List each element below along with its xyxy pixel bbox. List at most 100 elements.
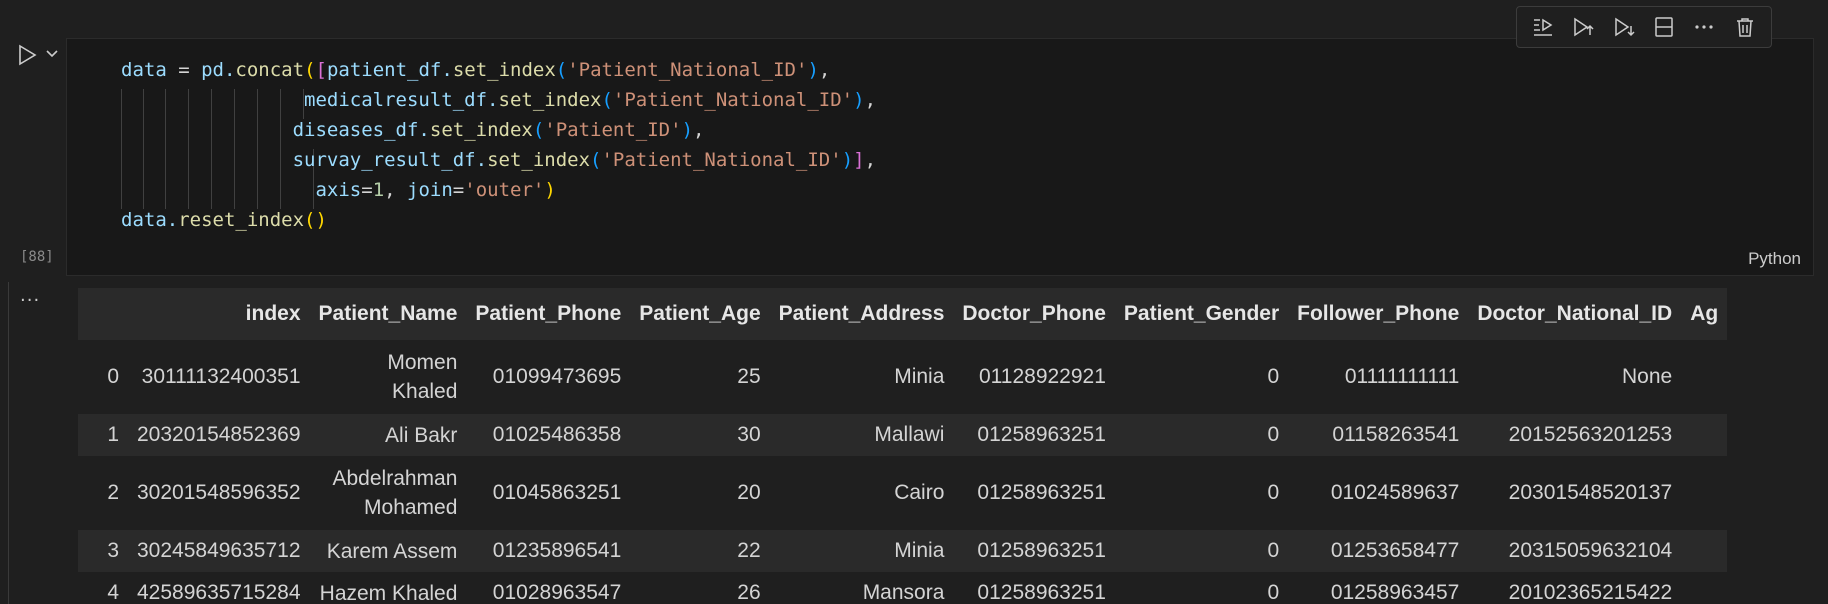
table-cell: 01258963251 — [953, 530, 1115, 572]
table-cell: 01253658477 — [1288, 530, 1469, 572]
more-actions-button[interactable] — [1688, 11, 1720, 43]
code-line-3: diseases_df.set_index('Patient_ID'), — [292, 119, 705, 141]
table-cell: 01235896541 — [466, 530, 631, 572]
play-icon — [19, 44, 37, 66]
execution-count: [88] — [20, 249, 54, 265]
table-cell: 20315059632104 — [1468, 530, 1682, 572]
code-line-6: data.reset_index() — [121, 209, 327, 231]
dataframe-table: index Patient_Name Patient_Phone Patient… — [78, 288, 1728, 604]
code-line-2: medicalresult_df.set_index('Patient_Nati… — [304, 89, 877, 111]
table-row: 4 42589635715284 Hazem Khaled 0102896354… — [78, 572, 1728, 604]
table-cell: 0 — [1114, 340, 1289, 414]
cell-language-picker[interactable]: Python — [1748, 249, 1801, 269]
column-header: Patient_Phone — [466, 288, 631, 340]
table-row: 3 30245849635712 Karem Assem 01235896541… — [78, 530, 1728, 572]
table-cell: 01028963547 — [466, 572, 631, 604]
row-index: 2 — [78, 456, 128, 530]
table-cell: 20 — [630, 456, 770, 530]
table-cell: 01099473695 — [466, 340, 631, 414]
column-header: Patient_Gender — [1114, 288, 1289, 340]
more-icon — [1695, 25, 1714, 29]
table-cell: 20152563201253 — [1468, 414, 1682, 456]
output-divider — [8, 282, 9, 604]
table-cell: 30245849635712 — [128, 530, 310, 572]
table-cell: 26 — [630, 572, 770, 604]
table-cell: 0 — [1114, 530, 1289, 572]
table-cell: Ali Bakr — [309, 414, 467, 456]
column-header: Doctor_National_ID — [1468, 288, 1682, 340]
table-cell — [1681, 530, 1728, 572]
table-cell: Minia — [769, 340, 954, 414]
table-row: 0 30111132400351 Momen Khaled 0109947369… — [78, 340, 1728, 414]
table-cell: 01258963251 — [953, 456, 1115, 530]
table-cell: None — [1468, 340, 1682, 414]
code-text: data = pd.concat([patient_df.set_index('… — [121, 55, 876, 235]
output-more-button[interactable]: ··· — [20, 292, 46, 310]
table-cell: Cairo — [769, 456, 954, 530]
table-cell: Karem Assem — [309, 530, 467, 572]
execute-cell-below-button[interactable] — [1608, 11, 1640, 43]
table-cell: 30111132400351 — [128, 340, 310, 414]
table-cell: 01045863251 — [466, 456, 631, 530]
split-cell-button[interactable] — [1648, 11, 1680, 43]
table-cell: 01024589637 — [1288, 456, 1469, 530]
row-index: 1 — [78, 414, 128, 456]
run-above-icon — [1534, 18, 1553, 36]
table-cell: Mallawi — [769, 414, 954, 456]
code-line-1: data = pd.concat([patient_df.set_index('… — [121, 59, 831, 81]
table-cell: 42589635715284 — [128, 572, 310, 604]
execute-cell-and-below-button[interactable] — [1567, 11, 1599, 43]
table-header-row: index Patient_Name Patient_Phone Patient… — [78, 288, 1728, 340]
table-cell: Abdelrahman Mohamed — [309, 456, 467, 530]
run-below-icon — [1574, 17, 1595, 37]
table-cell: 01025486358 — [466, 414, 631, 456]
table-cell: 01128922921 — [953, 340, 1115, 414]
table-cell: 20301548520137 — [1468, 456, 1682, 530]
table-cell — [1681, 340, 1728, 414]
table-cell: 01158263541 — [1288, 414, 1469, 456]
code-cell-editor[interactable]: data = pd.concat([patient_df.set_index('… — [66, 38, 1814, 276]
column-header: Patient_Address — [769, 288, 954, 340]
table-cell: 01111111111 — [1288, 340, 1469, 414]
code-line-5: axis=1, join='outer') — [315, 179, 556, 201]
table-cell: 0 — [1114, 414, 1289, 456]
row-index: 4 — [78, 572, 128, 604]
table-cell: Mansora — [769, 572, 954, 604]
column-header: Doctor_Phone — [953, 288, 1115, 340]
table-cell: 01258963251 — [953, 414, 1115, 456]
row-index: 0 — [78, 340, 128, 414]
table-row: 2 30201548596352 Abdelrahman Mohamed 010… — [78, 456, 1728, 530]
execute-above-cells-button[interactable] — [1527, 11, 1559, 43]
run-cell-button[interactable] — [14, 42, 40, 68]
code-line-4: survay_result_df.set_index('Patient_Nati… — [292, 149, 877, 171]
table-cell — [1681, 456, 1728, 530]
column-header: Ag — [1681, 288, 1728, 340]
table-cell: 0 — [1114, 572, 1289, 604]
row-index: 3 — [78, 530, 128, 572]
delete-cell-button[interactable] — [1729, 11, 1761, 43]
table-cell: 0 — [1114, 456, 1289, 530]
table-cell — [1681, 572, 1728, 604]
table-cell: 22 — [630, 530, 770, 572]
table-cell: 01258963457 — [1288, 572, 1469, 604]
table-row: 1 20320154852369 Ali Bakr 01025486358 30… — [78, 414, 1728, 456]
column-header: Follower_Phone — [1288, 288, 1469, 340]
table-cell: Hazem Khaled — [309, 572, 467, 604]
table-cell: 20102365215422 — [1468, 572, 1682, 604]
table-cell: Momen Khaled — [309, 340, 467, 414]
column-header: index — [128, 288, 310, 340]
chevron-down-icon — [46, 50, 58, 58]
table-cell: Minia — [769, 530, 954, 572]
table-cell — [1681, 414, 1728, 456]
dataframe-output: index Patient_Name Patient_Phone Patient… — [78, 288, 1828, 604]
column-header: Patient_Name — [309, 288, 467, 340]
column-header: Patient_Age — [630, 288, 770, 340]
run-options-dropdown[interactable] — [44, 46, 60, 62]
table-cell: 30 — [630, 414, 770, 456]
cell-toolbar — [1516, 6, 1772, 48]
run-next-icon — [1615, 17, 1635, 37]
table-cell: 25 — [630, 340, 770, 414]
table-cell: 30201548596352 — [128, 456, 310, 530]
trash-icon — [1736, 18, 1753, 37]
notebook-editor: [88] ··· data = pd.concat([patient_df.se… — [0, 0, 1828, 604]
